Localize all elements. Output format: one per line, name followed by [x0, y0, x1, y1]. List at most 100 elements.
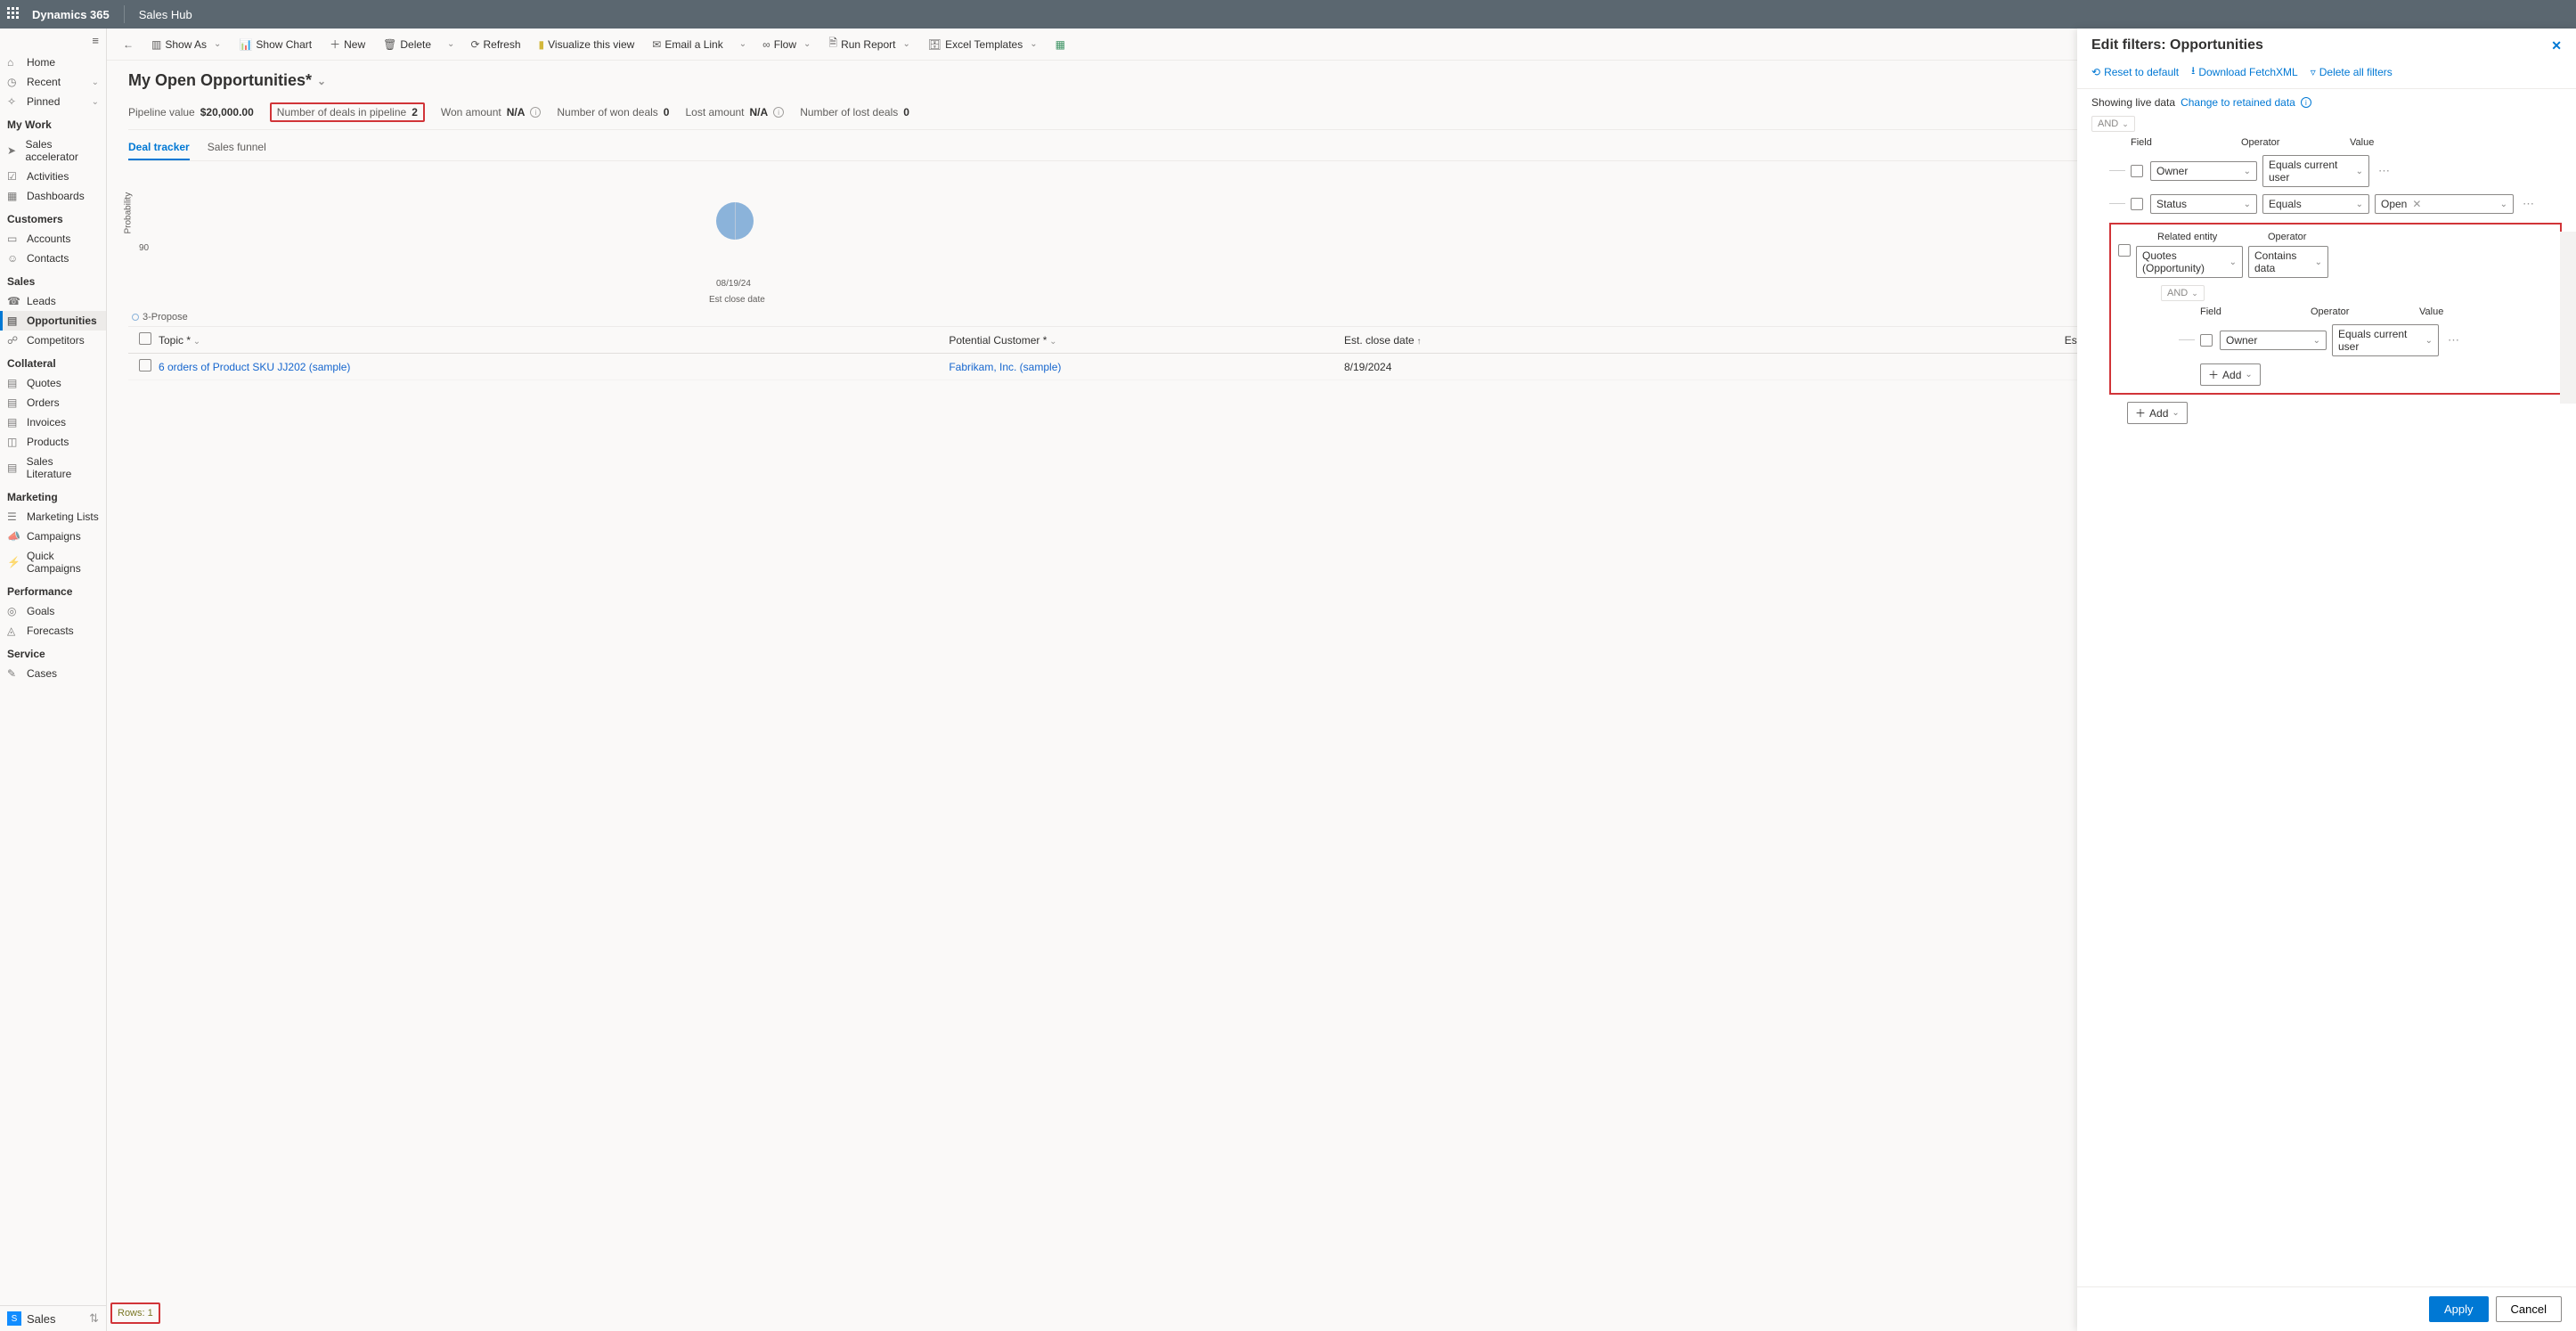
run-report-button[interactable]: 🗎Run Report	[823, 31, 915, 57]
more-icon[interactable]: ⋯	[2444, 333, 2463, 347]
reset-default-button[interactable]: ⟲Reset to default	[2091, 62, 2179, 81]
tab-sales-funnel[interactable]: Sales funnel	[208, 135, 266, 160]
col-topic[interactable]: Topic *	[159, 334, 949, 347]
nav-sales-literature[interactable]: ▤Sales Literature	[0, 452, 106, 484]
more-icon[interactable]: ⋯	[2519, 197, 2538, 211]
refresh-button[interactable]: ⟳Refresh	[465, 35, 526, 54]
metric-label: Number of won deals	[557, 106, 657, 118]
operator-select[interactable]: Equals current user	[2262, 155, 2369, 187]
row-select-cell[interactable]	[132, 359, 159, 374]
email-split[interactable]: ⌄	[736, 36, 750, 53]
remove-chip-icon[interactable]: ✕	[2412, 198, 2421, 210]
nav-forecasts[interactable]: ◬Forecasts	[0, 621, 106, 641]
download-fetchxml-button[interactable]: ⭳Download FetchXML	[2191, 62, 2298, 81]
nav-activities[interactable]: ☑Activities	[0, 167, 106, 186]
add-condition-button[interactable]: ＋Add	[2200, 363, 2261, 386]
nav-sales-accelerator[interactable]: ➤Sales accelerator	[0, 135, 106, 167]
value-chip[interactable]: Open✕	[2381, 198, 2421, 210]
cancel-button[interactable]: Cancel	[2496, 1296, 2562, 1322]
connector-line	[2179, 339, 2195, 340]
nav-campaigns[interactable]: 📣Campaigns	[0, 527, 106, 546]
nav-products[interactable]: ◫Products	[0, 432, 106, 452]
checkbox-icon[interactable]	[139, 359, 151, 372]
operator-select[interactable]: Equals current user	[2332, 324, 2439, 356]
combo-value: Status	[2156, 198, 2187, 210]
megaphone-icon: 📣	[7, 530, 20, 543]
delete-split[interactable]: ⌄	[444, 36, 458, 53]
info-icon[interactable]: i	[2301, 97, 2311, 108]
show-as-button[interactable]: ▥Show As	[146, 35, 226, 54]
apply-button[interactable]: Apply	[2429, 1296, 2489, 1322]
row-checkbox[interactable]	[2200, 334, 2213, 347]
logical-and-pill[interactable]: AND	[2161, 285, 2205, 301]
related-entity-select[interactable]: Quotes (Opportunity)	[2136, 246, 2243, 278]
nav-dashboards[interactable]: ▦Dashboards	[0, 186, 106, 206]
area-switcher[interactable]: S Sales ⇅	[0, 1305, 106, 1331]
nav-quick-campaigns[interactable]: ⚡Quick Campaigns	[0, 546, 106, 578]
excel-button[interactable]: ▦	[1050, 35, 1071, 54]
chart-bubble[interactable]	[716, 202, 754, 240]
nav-home[interactable]: ⌂Home	[0, 53, 106, 72]
select-all-cell[interactable]	[132, 332, 159, 347]
delete-all-filters-button[interactable]: ▿Delete all filters	[2311, 62, 2393, 81]
field-select[interactable]: Status	[2150, 194, 2257, 214]
col-label: Est. close date	[1344, 334, 1414, 347]
hdr-related-entity: Related entity	[2157, 232, 2268, 242]
change-retained-link[interactable]: Change to retained data	[2181, 96, 2295, 109]
tab-deal-tracker[interactable]: Deal tracker	[128, 135, 190, 160]
nav-pinned[interactable]: ✧Pinned⌄	[0, 92, 106, 111]
nav-leads[interactable]: ☎Leads	[0, 291, 106, 311]
target-icon: ◎	[7, 605, 20, 617]
related-operator-select[interactable]: Contains data	[2248, 246, 2328, 278]
panel-footer: Apply Cancel	[2077, 1286, 2576, 1331]
cell-customer[interactable]: Fabrikam, Inc. (sample)	[949, 361, 1344, 373]
nav-orders[interactable]: ▤Orders	[0, 393, 106, 412]
excel-templates-button[interactable]: 🗄Excel Templates	[923, 35, 1043, 54]
field-select[interactable]: Owner	[2150, 161, 2257, 181]
nav-accounts[interactable]: ▭Accounts	[0, 229, 106, 249]
x-tick: 08/19/24	[716, 279, 751, 289]
col-close-date[interactable]: Est. close date	[1344, 334, 1740, 347]
powerbi-icon: ▮	[539, 38, 545, 51]
nav-contacts[interactable]: ☺Contacts	[0, 249, 106, 268]
col-customer[interactable]: Potential Customer *	[949, 334, 1344, 347]
nav-marketing-lists[interactable]: ☰Marketing Lists	[0, 507, 106, 527]
app-launcher-icon[interactable]	[7, 7, 21, 21]
combo-value: Equals	[2269, 198, 2302, 210]
live-data-label: Showing live data	[2091, 96, 2175, 109]
more-icon[interactable]: ⋯	[2375, 164, 2393, 178]
nav-competitors[interactable]: ☍Competitors	[0, 331, 106, 350]
nav-recent[interactable]: ◷Recent⌄	[0, 72, 106, 92]
nav-opportunities[interactable]: ▤Opportunities	[0, 311, 106, 331]
delete-button[interactable]: 🗑Delete	[378, 35, 436, 54]
field-select[interactable]: Owner	[2220, 331, 2327, 350]
combo-value: Contains data	[2254, 249, 2311, 274]
operator-select[interactable]: Equals	[2262, 194, 2369, 214]
nav-quotes[interactable]: ▤Quotes	[0, 373, 106, 393]
add-condition-button[interactable]: ＋Add	[2127, 402, 2188, 424]
nav-goals[interactable]: ◎Goals	[0, 601, 106, 621]
new-button[interactable]: ＋New	[324, 33, 371, 55]
close-icon[interactable]: ✕	[2551, 38, 2562, 53]
metric-lost-amount: Lost amountN/Ai	[685, 106, 784, 118]
checkbox-icon[interactable]	[139, 332, 151, 345]
nav-cases[interactable]: ✎Cases	[0, 664, 106, 683]
flow-button[interactable]: ∞Flow	[757, 35, 816, 54]
show-chart-button[interactable]: 📊Show Chart	[233, 35, 317, 54]
cell-topic[interactable]: 6 orders of Product SKU JJ202 (sample)	[159, 361, 949, 373]
row-checkbox[interactable]	[2131, 165, 2143, 177]
metric-label: Pipeline value	[128, 106, 195, 118]
metric-won-deals: Number of won deals0	[557, 106, 669, 118]
tab-label: Sales funnel	[208, 141, 266, 153]
value-select[interactable]: Open✕	[2375, 194, 2514, 214]
row-checkbox[interactable]	[2131, 198, 2143, 210]
visualize-button[interactable]: ▮Visualize this view	[534, 35, 640, 54]
info-icon[interactable]: i	[773, 107, 784, 118]
info-icon[interactable]: i	[530, 107, 541, 118]
logical-and-pill[interactable]: AND	[2091, 116, 2135, 132]
sidebar-collapse-icon[interactable]: ≡	[0, 29, 106, 53]
nav-invoices[interactable]: ▤Invoices	[0, 412, 106, 432]
back-button[interactable]: ←	[118, 35, 139, 54]
email-link-button[interactable]: ✉Email a Link	[647, 35, 728, 54]
row-checkbox[interactable]	[2118, 244, 2131, 257]
